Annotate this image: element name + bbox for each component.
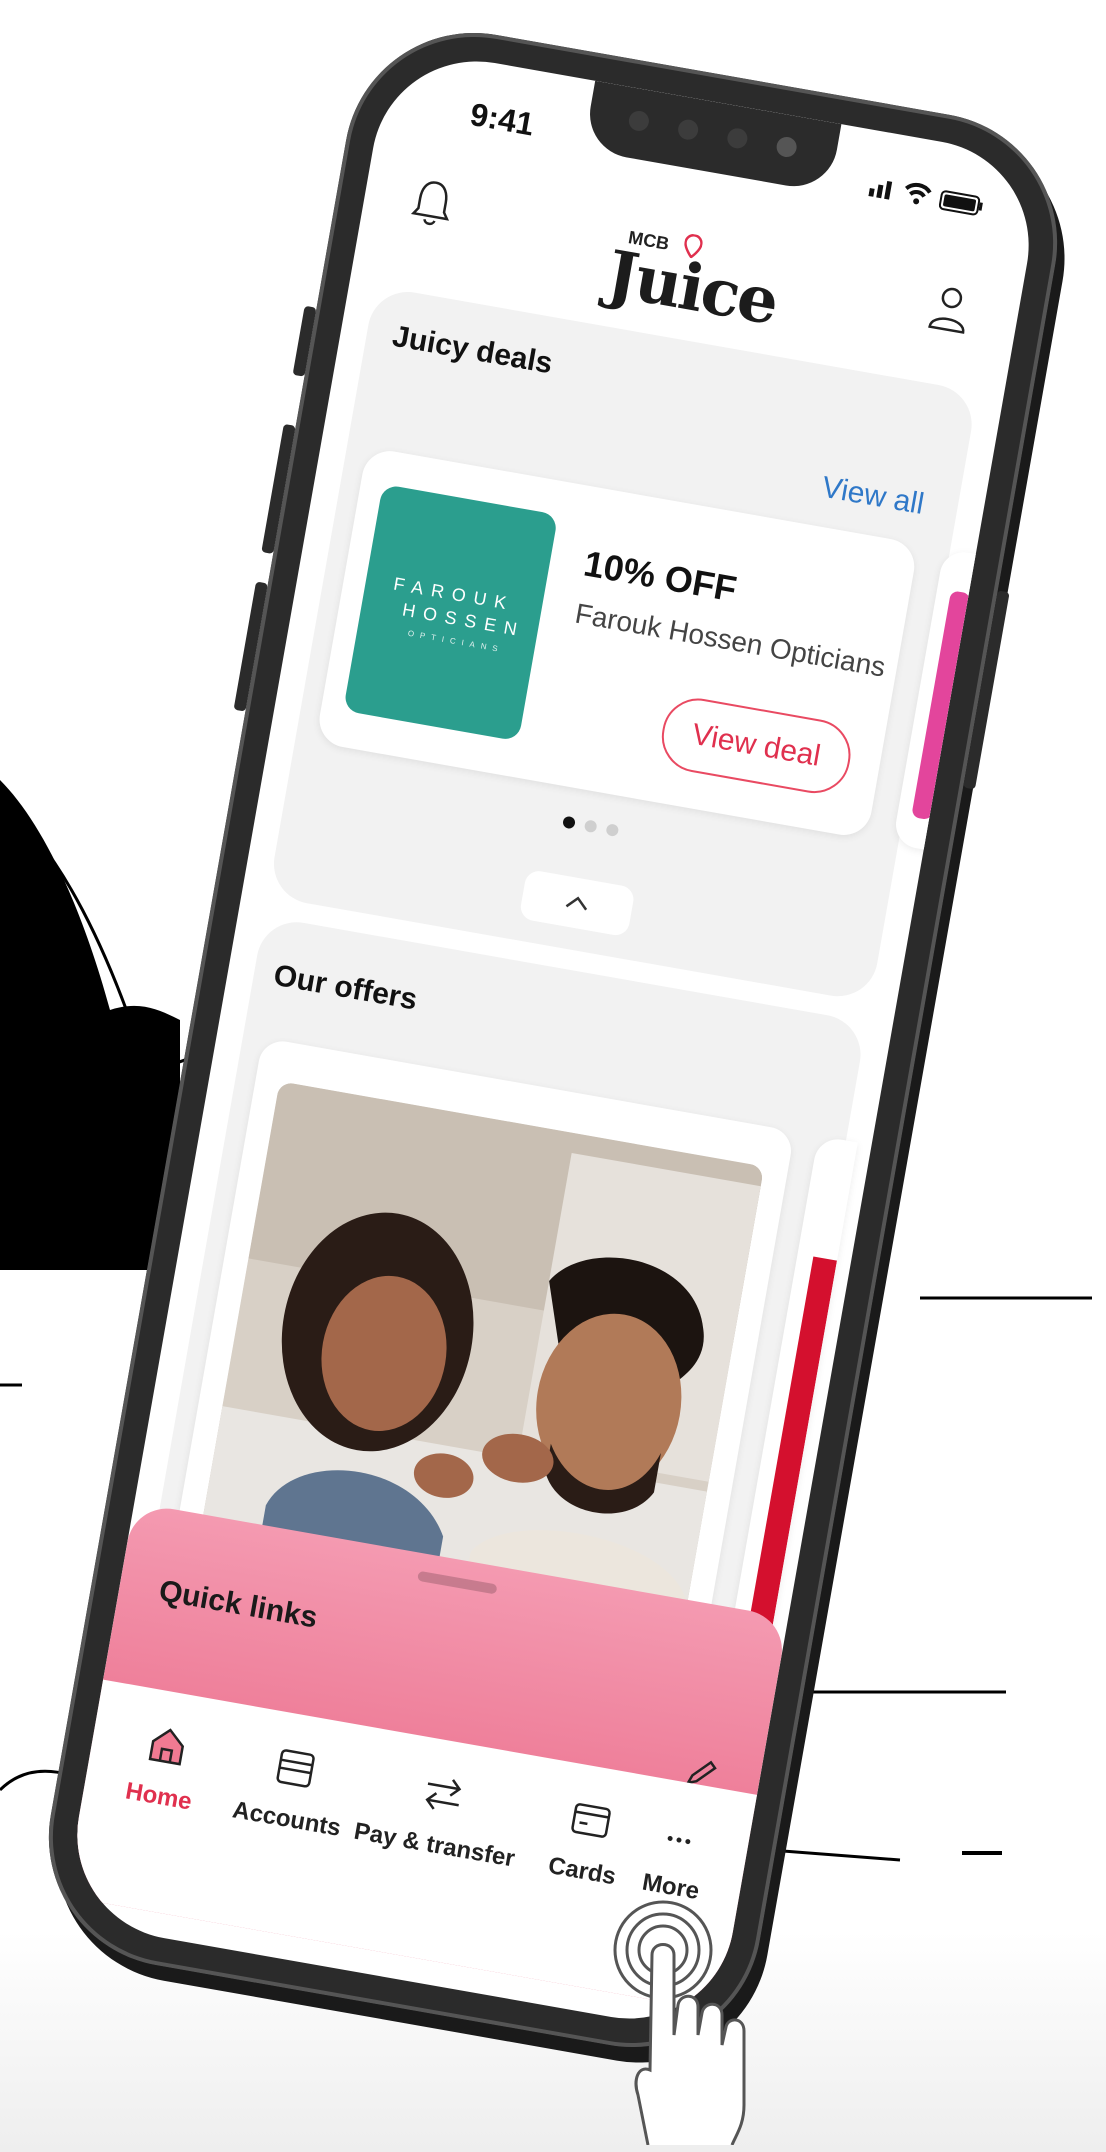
drag-handle[interactable]: [417, 1570, 498, 1595]
tab-pay-transfer[interactable]: Pay & transfer: [348, 1754, 531, 1874]
pager-dot[interactable]: [583, 819, 598, 834]
bell-icon[interactable]: [408, 175, 457, 236]
view-deal-button[interactable]: View deal: [656, 692, 857, 799]
pager-dot[interactable]: [605, 823, 620, 838]
app-logo: MCB Juice: [597, 214, 783, 340]
merchant-logo: FAROUK HOSSEN OPTICIANS: [343, 484, 559, 742]
tab-more[interactable]: More: [619, 1802, 733, 1910]
tap-hand-icon: [613, 1900, 746, 2145]
tab-accounts[interactable]: Accounts: [220, 1731, 364, 1844]
view-all-link[interactable]: View all: [819, 471, 926, 522]
juicy-deals-title: Juicy deals: [389, 319, 555, 381]
signal-wifi-battery-icon: [868, 180, 983, 216]
logo-juice-text: Juice: [601, 236, 783, 340]
deal-merchant-name: Farouk Hossen Opticians: [572, 597, 888, 683]
home-icon: [99, 1709, 236, 1785]
collapse-button[interactable]: [518, 868, 636, 938]
accounts-icon: [227, 1731, 364, 1807]
pager-dot-active[interactable]: [562, 815, 576, 830]
profile-icon[interactable]: [925, 283, 973, 340]
carousel-pager: [556, 814, 624, 843]
status-time: 9:41: [467, 95, 537, 143]
tab-home[interactable]: Home: [92, 1709, 236, 1822]
system-icons: [867, 170, 991, 225]
chevron-up-icon: [565, 896, 588, 911]
deal-discount: 10% OFF: [580, 542, 740, 610]
our-offers-title: Our offers: [271, 958, 420, 1017]
quick-links-title: Quick links: [156, 1574, 320, 1635]
more-icon: [626, 1802, 734, 1873]
juicy-deals-section: Juicy deals View all FAROUK HOSSEN OPTIC…: [267, 285, 984, 1003]
